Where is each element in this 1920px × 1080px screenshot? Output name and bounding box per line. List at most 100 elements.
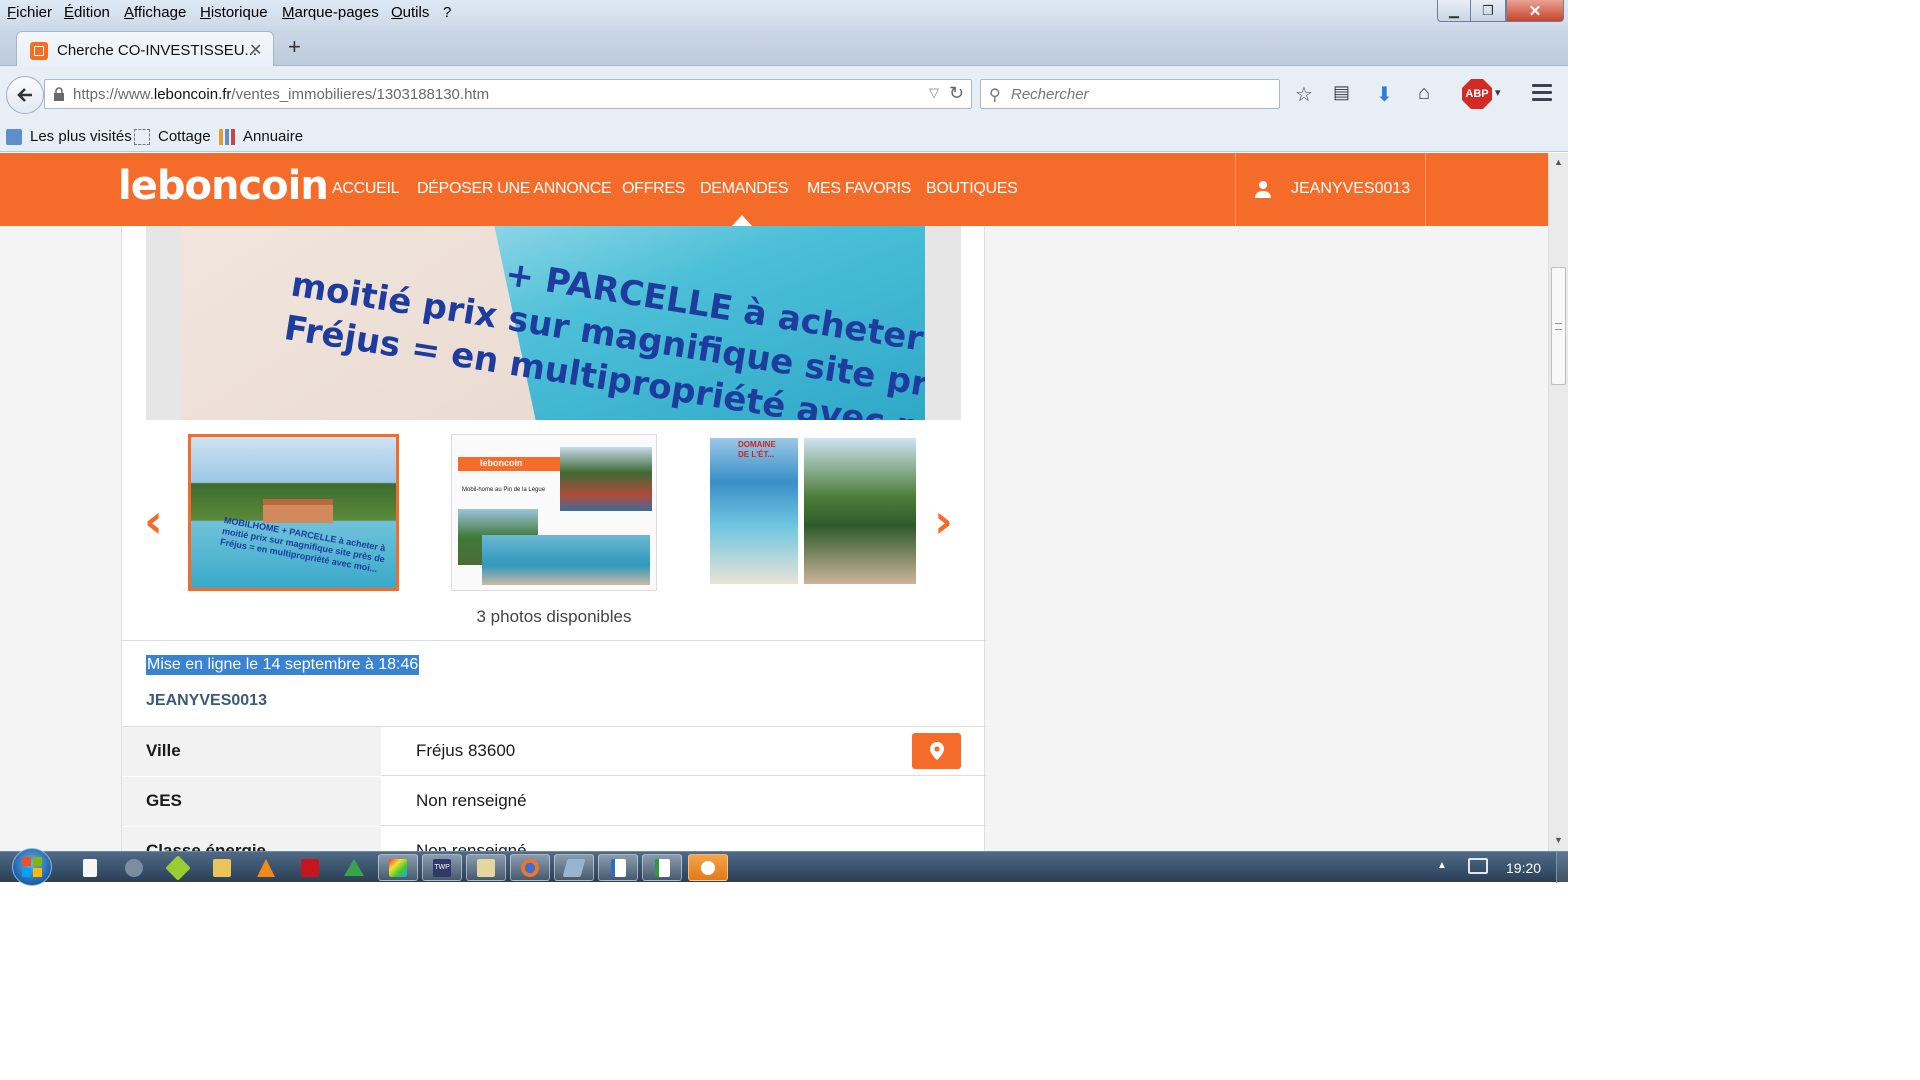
- photo-thumbnail-3[interactable]: DOMAINE DE L'ÉT...: [710, 434, 916, 591]
- back-arrow-icon: [17, 88, 32, 102]
- taskbar-hardware-app[interactable]: [554, 854, 594, 881]
- vertical-scrollbar[interactable]: ▲ ▼: [1548, 153, 1568, 851]
- folder-icon: [6, 128, 22, 145]
- site-header: leboncoin ACCUEIL DÉPOSER UNE ANNONCE OF…: [0, 153, 1548, 226]
- thumbnail-house-shape: [263, 499, 333, 523]
- tab-strip: Cherche CO-INVESTISSEU... ✕ +: [0, 26, 1568, 67]
- nav-demandes[interactable]: DEMANDES: [700, 180, 789, 198]
- property-value: Fréjus 83600: [416, 741, 516, 760]
- notes-app-icon: [477, 858, 495, 877]
- bookmark-annuaire[interactable]: Annuaire: [219, 128, 303, 145]
- document-icon: [83, 858, 97, 877]
- scroll-down-arrow-icon[interactable]: ▼: [1554, 835, 1563, 845]
- menu-help[interactable]: ?: [443, 4, 451, 21]
- taskbar-blank-doc[interactable]: [70, 854, 110, 881]
- search-bar[interactable]: ⚲: [980, 79, 1280, 109]
- nav-accueil[interactable]: ACCUEIL: [332, 180, 400, 198]
- next-photo-arrow-icon[interactable]: ›: [934, 494, 953, 548]
- back-button[interactable]: [6, 76, 44, 114]
- taskbar-firefox[interactable]: [510, 854, 550, 881]
- lock-icon: [54, 87, 64, 101]
- history-dropdown-icon[interactable]: ▽: [929, 85, 939, 101]
- scroll-up-arrow-icon[interactable]: ▲: [1554, 157, 1563, 167]
- bookmark-star-icon[interactable]: ☆: [1295, 82, 1313, 107]
- network-tray-icon[interactable]: [1468, 858, 1488, 874]
- photos-count: 3 photos disponibles: [476, 607, 632, 626]
- bookmark-most-visited[interactable]: Les plus visités: [6, 128, 132, 145]
- active-nav-caret: [732, 215, 752, 226]
- menu-fichier[interactable]: Fichier: [7, 4, 52, 21]
- bookmark-cottage[interactable]: Cottage: [134, 128, 211, 145]
- photo-thumbnail-1[interactable]: MOBILHOME + PARCELLE à acheter à moitié …: [188, 434, 399, 591]
- main-photo-frame: + PARCELLE à acheter à moitié prix sur m…: [146, 226, 961, 420]
- hamburger-menu-icon[interactable]: [1532, 84, 1552, 105]
- seller-name-link[interactable]: JEANYVES0013: [146, 692, 267, 710]
- taskbar-file-explorer[interactable]: [202, 854, 242, 881]
- taskbar-triangle-app[interactable]: [334, 854, 374, 881]
- taskbar-clock[interactable]: 19:20: [1506, 860, 1541, 876]
- taskbar-vlc[interactable]: [246, 854, 286, 881]
- download-icon[interactable]: ⬇: [1376, 82, 1393, 107]
- property-row-ges: GES Non renseigné: [122, 777, 986, 826]
- search-input[interactable]: [1011, 86, 1271, 103]
- taskbar-network-tool[interactable]: [114, 854, 154, 881]
- thumbnail-3-palm-photo: [804, 438, 916, 584]
- restore-button[interactable]: ❐: [1470, 0, 1506, 22]
- leboncoin-logo[interactable]: leboncoin: [118, 163, 329, 209]
- paint-app-icon: [389, 858, 407, 877]
- nav-boutiques[interactable]: BOUTIQUES: [926, 180, 1018, 198]
- taskbar-calc[interactable]: [642, 854, 682, 881]
- previous-photo-arrow-icon[interactable]: ‹: [144, 494, 163, 548]
- taskbar-sync-app[interactable]: [688, 854, 728, 881]
- taskbar-notes-app[interactable]: [466, 854, 506, 881]
- new-tab-button[interactable]: +: [288, 34, 301, 60]
- taskbar-gaming-app[interactable]: [158, 854, 198, 881]
- home-icon[interactable]: ⌂: [1418, 82, 1430, 105]
- user-account-button[interactable]: JEANYVES0013: [1235, 153, 1426, 226]
- menu-historique[interactable]: Historique: [200, 4, 268, 21]
- url-bar[interactable]: https://www.leboncoin.fr/ventes_immobili…: [44, 79, 972, 109]
- property-label: Classe énergie: [122, 827, 381, 851]
- reload-icon[interactable]: ↻: [949, 83, 964, 104]
- property-label: GES: [122, 777, 381, 826]
- sync-icon: [701, 860, 715, 875]
- tab-close-icon[interactable]: ✕: [249, 40, 262, 60]
- taskbar-pdf-reader[interactable]: [290, 854, 330, 881]
- property-value: Non renseigné: [416, 841, 527, 851]
- menu-marque-pages[interactable]: Marque-pages: [282, 4, 379, 21]
- scrollbar-thumb[interactable]: [1551, 267, 1566, 385]
- thumbnail-3-label: DOMAINE DE L'ÉT...: [738, 440, 776, 459]
- menu-edition[interactable]: Édition: [64, 4, 110, 21]
- taskbar-twp-app[interactable]: TWP: [422, 854, 462, 881]
- show-desktop-button[interactable]: [1556, 852, 1568, 883]
- close-window-button[interactable]: ✕: [1506, 0, 1564, 22]
- taskbar-writer[interactable]: [598, 854, 638, 881]
- minimize-button[interactable]: ▁: [1437, 0, 1471, 22]
- show-map-button[interactable]: [912, 733, 961, 769]
- start-button[interactable]: [12, 848, 52, 886]
- url-text: https://www.leboncoin.fr/ventes_immobili…: [73, 86, 490, 103]
- photo-thumbnail-2[interactable]: leboncoin Mobil-home au Pin de la Légue: [451, 434, 657, 591]
- thumbnail-2-caption: Mobil-home au Pin de la Légue: [462, 487, 546, 493]
- adblock-dropdown-icon[interactable]: ▾: [1495, 86, 1501, 99]
- nav-offres[interactable]: OFFRES: [622, 180, 685, 198]
- menu-outils[interactable]: Outils: [391, 4, 429, 21]
- listing-card: + PARCELLE à acheter à moitié prix sur m…: [121, 226, 986, 851]
- browser-tab[interactable]: Cherche CO-INVESTISSEU... ✕: [16, 31, 274, 67]
- thumbnail-2-tennis-photo: [560, 447, 652, 511]
- network-tool-icon: [125, 858, 143, 877]
- taskbar-paint-app[interactable]: [378, 854, 418, 881]
- property-label: Ville: [122, 727, 381, 776]
- map-pin-icon: [929, 742, 944, 760]
- bar-chart-icon: [219, 128, 235, 145]
- nav-deposer-annonce[interactable]: DÉPOSER UNE ANNONCE: [417, 180, 612, 198]
- property-row-classe-energie: Classe énergie Non renseigné: [122, 827, 986, 851]
- page-content: + PARCELLE à acheter à moitié prix sur m…: [0, 226, 1548, 851]
- pdf-icon: [301, 858, 319, 877]
- adblock-plus-icon[interactable]: ABP: [1462, 79, 1492, 109]
- menu-affichage[interactable]: Affichage: [124, 4, 186, 21]
- tray-expand-icon[interactable]: ▲: [1437, 860, 1447, 871]
- nav-mes-favoris[interactable]: MES FAVORIS: [807, 180, 911, 198]
- reading-list-icon[interactable]: ▤: [1333, 82, 1350, 103]
- main-photo[interactable]: + PARCELLE à acheter à moitié prix sur m…: [182, 226, 925, 420]
